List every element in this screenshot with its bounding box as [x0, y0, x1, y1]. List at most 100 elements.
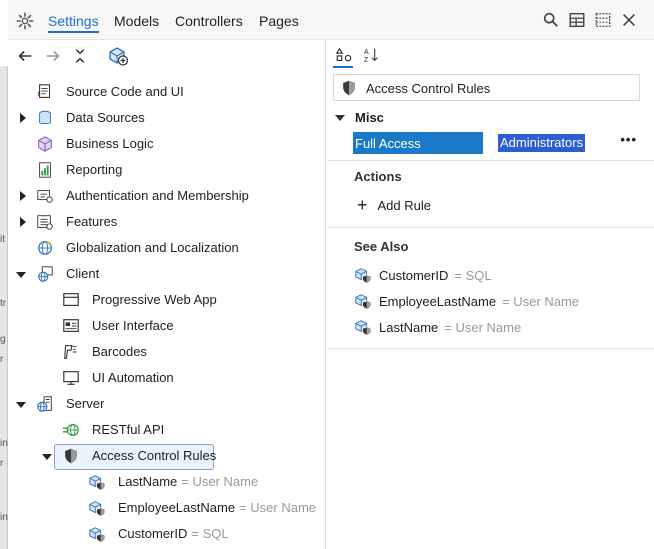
tree-item[interactable]: Features [8, 210, 326, 234]
cube-icon [38, 136, 52, 152]
expand-arrow-icon[interactable] [18, 217, 28, 227]
bg-fragment: r [0, 458, 4, 469]
bg-fragment: r [0, 354, 4, 365]
tree-item-label: Business Logic [66, 136, 154, 151]
source-code-icon [37, 84, 51, 98]
gear-icon[interactable] [16, 12, 34, 30]
tree-item[interactable]: Source Code and UI [8, 80, 326, 104]
property-row-full-access[interactable]: Full Access Administrators ••• [353, 132, 637, 156]
tree-item-label: Features [66, 214, 118, 229]
tree-item[interactable]: LastName = User Name [8, 470, 326, 494]
tree-item-subtext: = SQL [191, 526, 229, 541]
forward-arrow-icon[interactable] [44, 47, 62, 65]
search-icon[interactable] [542, 11, 560, 29]
tree-item[interactable]: UI Automation [8, 366, 326, 390]
add-rule-button[interactable]: + Add Rule [357, 196, 431, 214]
svg-text:Z: Z [364, 55, 369, 64]
tree-item[interactable]: Authentication and Membership [8, 184, 326, 208]
tree-item[interactable]: Business Logic [8, 132, 326, 156]
shield-icon [343, 80, 355, 96]
tree-item[interactable]: EmployeeLastName = User Name [8, 496, 326, 520]
see-also-subtext: = User Name [502, 293, 580, 309]
shielded-cube-icon [355, 294, 372, 310]
tab-controllers[interactable]: Controllers [175, 13, 243, 29]
collapse-arrow-icon[interactable] [42, 452, 52, 462]
bg-fragment: g [0, 334, 6, 345]
property-key[interactable]: Full Access [353, 132, 483, 154]
bg-fragment: tr [0, 298, 7, 309]
see-also-label: CustomerID [379, 267, 449, 283]
tab-pages[interactable]: Pages [259, 13, 299, 29]
expand-arrow-icon[interactable] [18, 113, 28, 123]
tree-item[interactable]: Reporting [8, 158, 326, 182]
property-value[interactable]: Administrators [498, 134, 586, 152]
tree-item-label: Barcodes [92, 344, 147, 359]
tree-item[interactable]: Client [8, 262, 326, 286]
tree-item[interactable]: RESTful API [8, 418, 326, 442]
project-tree-pane: Source Code and UI Data Sources Business L… [8, 40, 326, 549]
tree-item[interactable]: User Interface [8, 314, 326, 338]
tree-item[interactable]: Globalization and Localization [8, 236, 326, 260]
tab-models[interactable]: Models [114, 13, 159, 29]
tab-settings[interactable]: Settings [48, 13, 99, 33]
shielded-cube-icon [355, 268, 372, 284]
tree-item-label: Client [66, 266, 100, 281]
divider [327, 227, 654, 228]
report-icon [39, 162, 51, 178]
collapse-arrow-icon[interactable] [16, 270, 26, 280]
tree-item-subtext: = User Name [181, 474, 259, 489]
tree-item[interactable]: CustomerID = SQL [8, 522, 326, 546]
barcode-scanner-icon [64, 345, 77, 359]
see-also-item[interactable]: LastName = User Name [354, 316, 521, 338]
see-also-header: See Also [354, 239, 409, 254]
tree-item-label: LastName = User Name [118, 474, 259, 489]
actions-header: Actions [354, 169, 402, 184]
tree-item[interactable]: Server [8, 392, 326, 416]
tree-item-subtext: = User Name [239, 500, 317, 515]
see-also-subtext: = SQL [454, 267, 492, 283]
tree-item-label: CustomerID = SQL [118, 526, 229, 541]
auth-icon [37, 190, 53, 203]
close-icon[interactable] [620, 11, 638, 29]
properties-title-box: Access Control Rules [333, 74, 640, 101]
tree-item[interactable]: Barcodes [8, 340, 326, 364]
shielded-cube-icon [355, 320, 372, 336]
misc-header[interactable]: Misc [335, 110, 384, 125]
expand-arrow-icon[interactable] [18, 191, 28, 201]
tree-item-label: RESTful API [92, 422, 165, 437]
categorized-view-icon[interactable] [335, 46, 353, 64]
shielded-cube-icon [89, 475, 106, 491]
divider [327, 160, 654, 161]
sort-alphabetical-icon[interactable]: A Z [363, 46, 381, 64]
database-icon [39, 110, 51, 124]
see-also-item[interactable]: EmployeeLastName = User Name [354, 290, 579, 312]
see-also-label: LastName [379, 319, 439, 335]
tree-item[interactable]: Access Control Rules [8, 444, 326, 470]
grid-layout-icon[interactable] [568, 11, 586, 29]
active-view-indicator [333, 66, 353, 68]
dotted-grid-icon[interactable] [594, 11, 612, 29]
collapse-arrow-icon[interactable] [16, 400, 26, 410]
shielded-cube-icon [89, 501, 106, 517]
tree-item-label: Server [66, 396, 105, 411]
shield-icon [65, 448, 77, 464]
more-options-button[interactable]: ••• [620, 132, 637, 147]
properties-pane: A Z Access Control Rules Misc Full Acces… [327, 40, 654, 549]
back-arrow-icon[interactable] [16, 47, 34, 65]
misc-header-label: Misc [355, 110, 384, 125]
api-globe-icon [62, 424, 79, 436]
see-also-item[interactable]: CustomerID = SQL [354, 264, 492, 286]
tree-toolbar [8, 40, 325, 72]
collapse-all-icon[interactable] [71, 47, 89, 65]
tree-item[interactable]: Data Sources [8, 106, 326, 130]
tree-item[interactable]: Progressive Web App [8, 288, 326, 312]
tree-item-label: Authentication and Membership [66, 188, 249, 203]
background-window-strip: it tr g r in r in [0, 66, 8, 549]
add-component-icon[interactable] [107, 45, 129, 67]
tree-item-label: Source Code and UI [66, 84, 184, 99]
tree-item-label: Data Sources [66, 110, 145, 125]
features-icon [37, 215, 53, 230]
top-navigation-bar: Settings Models Controllers Pages [8, 0, 654, 40]
see-also-label: EmployeeLastName [379, 293, 497, 309]
tree-item-label: Globalization and Localization [66, 240, 239, 255]
